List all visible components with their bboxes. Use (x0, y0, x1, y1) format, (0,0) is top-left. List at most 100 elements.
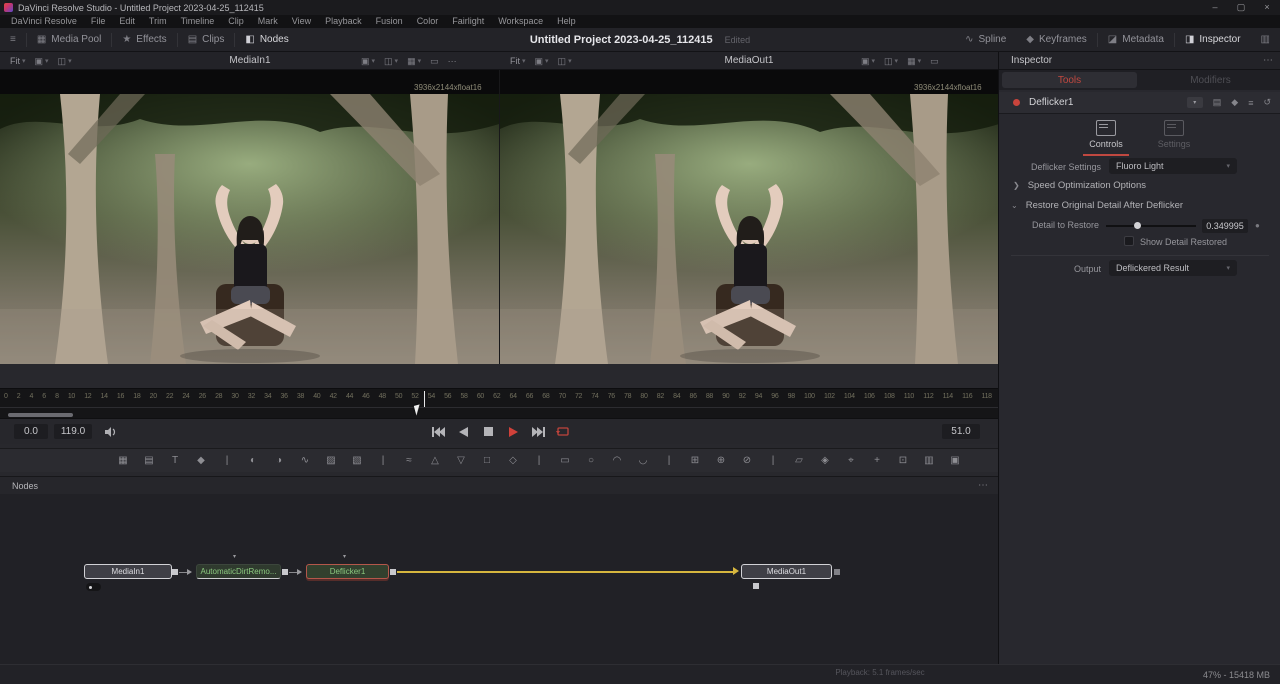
menu-item[interactable]: Help (550, 15, 583, 28)
tab-modifiers[interactable]: Modifiers (1143, 72, 1278, 88)
left-viewer-split-button[interactable]: ◫▾ (384, 56, 398, 67)
fusion-tool-icon[interactable]: ≈ (396, 452, 422, 470)
fusion-tool-icon[interactable]: ▦ (110, 452, 136, 470)
fusion-tool-icon[interactable]: ◐ (240, 452, 266, 470)
menu-item[interactable]: View (285, 15, 318, 28)
menu-item[interactable]: Workspace (491, 15, 550, 28)
cache-icon[interactable]: ▤ (1213, 97, 1222, 108)
node-media-in[interactable]: MediaIn1 (84, 564, 172, 579)
keyframes-button[interactable]: ◆ Keyframes (1016, 28, 1097, 52)
fusion-tool-icon[interactable]: + (864, 452, 890, 470)
menu-item[interactable]: Fusion (369, 15, 410, 28)
node-graph[interactable]: ▾ ▾ MediaIn1 AutomaticDirtRemo... Deflic… (0, 494, 998, 664)
left-viewer-options-button[interactable]: ⋯ (448, 56, 457, 67)
fusion-tool-icon[interactable]: T (162, 452, 188, 470)
inspector-node-header[interactable]: Deflicker1 ▾ ▤ ◆ ≡ ↺ (999, 92, 1280, 114)
node-color-dot[interactable] (1013, 99, 1020, 106)
menu-item[interactable]: Playback (318, 15, 369, 28)
playhead[interactable] (424, 391, 425, 407)
menu-item[interactable]: Clip (221, 15, 251, 28)
fusion-tool-icon[interactable]: ◈ (812, 452, 838, 470)
metadata-button[interactable]: ◪ Metadata (1098, 28, 1174, 52)
out-point-field[interactable]: 119.0 (54, 424, 92, 439)
node-input-port[interactable] (753, 583, 759, 589)
menu-item[interactable]: Mark (251, 15, 285, 28)
in-point-field[interactable]: 0.0 (14, 424, 48, 439)
spline-button[interactable]: ∿ Spline (955, 28, 1016, 52)
audio-mute-button[interactable] (104, 426, 118, 438)
fusion-tool-icon[interactable]: ◆ (188, 452, 214, 470)
fusion-tool-icon[interactable]: ◠ (604, 452, 630, 470)
nodes-button[interactable]: ◧ Nodes (235, 28, 298, 52)
left-viewer-ab-button[interactable]: ◫▾ (58, 56, 72, 67)
detail-slider-handle[interactable] (1134, 222, 1141, 229)
loop-button[interactable] (555, 425, 571, 439)
subtab-settings[interactable]: Settings (1148, 120, 1200, 160)
right-viewer-roi-button[interactable]: ▭ (930, 56, 939, 67)
menu-item[interactable]: File (84, 15, 113, 28)
go-to-end-button[interactable] (530, 425, 546, 439)
fusion-tool-icon[interactable]: ▱ (786, 452, 812, 470)
play-button[interactable] (505, 425, 521, 439)
right-viewer-image[interactable] (500, 94, 999, 364)
output-dropdown[interactable]: Deflickered Result ▾ (1109, 260, 1237, 276)
fusion-tool-icon[interactable]: ∿ (292, 452, 318, 470)
subtab-controls[interactable]: Controls (1080, 120, 1132, 160)
left-viewer-roi-button[interactable]: ▭ (430, 56, 439, 67)
go-to-start-button[interactable] (430, 425, 446, 439)
right-viewer-zoom-dropdown[interactable]: Fit▾ (510, 56, 526, 66)
clips-button[interactable]: ▤ Clips (178, 28, 235, 52)
fusion-tool-icon[interactable]: | (370, 452, 396, 470)
fusion-tool-icon[interactable]: ⊡ (890, 452, 916, 470)
fusion-tool-icon[interactable]: ▽ (448, 452, 474, 470)
menu-item[interactable]: Trim (142, 15, 174, 28)
fusion-tool-icon[interactable]: ◡ (630, 452, 656, 470)
maximize-button[interactable]: ▢ (1228, 0, 1254, 15)
fusion-tool-icon[interactable]: ⌖ (838, 452, 864, 470)
stop-button[interactable] (480, 425, 496, 439)
node-output-port[interactable] (834, 569, 840, 575)
keyframe-dot-icon[interactable]: ● (1255, 221, 1260, 230)
reset-icon[interactable]: ↺ (1263, 97, 1271, 108)
timeline-ruler[interactable]: 0246810121416182022242628303234363840424… (0, 388, 998, 418)
left-viewer-zoom-dropdown[interactable]: Fit▾ (10, 56, 26, 66)
inspector-options-icon[interactable]: ⋯ (1263, 55, 1273, 66)
menu-item[interactable]: Color (410, 15, 446, 28)
nodes-options-icon[interactable]: ⋯ (978, 480, 988, 491)
settings-list-icon[interactable]: ≡ (1248, 98, 1253, 108)
fusion-tool-icon[interactable]: | (526, 452, 552, 470)
node-output-port[interactable] (390, 569, 396, 575)
fusion-tool-icon[interactable]: ⊘ (734, 452, 760, 470)
right-viewer-split-button[interactable]: ◫▾ (884, 56, 898, 67)
fusion-tool-icon[interactable]: ○ (578, 452, 604, 470)
tab-tools[interactable]: Tools (1002, 72, 1137, 88)
fusion-tool-icon[interactable]: | (760, 452, 786, 470)
right-viewer-grid-button[interactable]: ▦▾ (907, 56, 921, 67)
node-deflicker[interactable]: Deflicker1 (306, 564, 389, 579)
fusion-tool-icon[interactable]: ◑ (266, 452, 292, 470)
restore-detail-section[interactable]: ⌄ Restore Original Detail After Deflicke… (1011, 200, 1183, 211)
deflicker-settings-dropdown[interactable]: Fluoro Light ▾ (1109, 158, 1237, 174)
node-media-out[interactable]: MediaOut1 (741, 564, 832, 579)
fusion-tool-icon[interactable]: △ (422, 452, 448, 470)
node-output-port[interactable] (282, 569, 288, 575)
menu-item[interactable]: Timeline (174, 15, 222, 28)
minimize-button[interactable]: – (1202, 0, 1228, 15)
version-dropdown[interactable]: ▾ (1187, 97, 1203, 108)
show-detail-checkbox[interactable] (1124, 236, 1134, 246)
detail-slider-track[interactable] (1106, 225, 1196, 227)
fusion-tool-icon[interactable]: ▤ (136, 452, 162, 470)
node-thumb-toggle[interactable] (86, 583, 101, 591)
node-dirt-removal[interactable]: AutomaticDirtRemo... (196, 564, 281, 579)
fusion-tool-icon[interactable]: ⊕ (708, 452, 734, 470)
fusion-tool-icon[interactable]: ◇ (500, 452, 526, 470)
fusion-tool-icon[interactable]: | (214, 452, 240, 470)
menu-item[interactable]: DaVinci Resolve (4, 15, 84, 28)
sidebar-toggle-button[interactable]: ≡ (0, 28, 26, 52)
right-viewer-channel-button[interactable]: ▣▾ (535, 56, 549, 67)
left-viewer-image[interactable] (0, 94, 499, 364)
fusion-tool-icon[interactable]: | (656, 452, 682, 470)
menu-item[interactable]: Edit (112, 15, 142, 28)
play-reverse-button[interactable] (455, 425, 471, 439)
fusion-tool-icon[interactable]: □ (474, 452, 500, 470)
